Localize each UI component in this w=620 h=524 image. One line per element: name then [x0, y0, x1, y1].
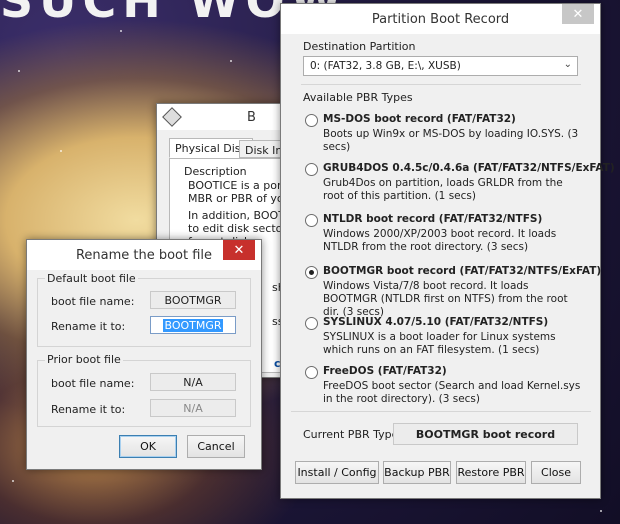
radio-bootmgr[interactable]	[305, 266, 318, 279]
default-rename-value: BOOTMGR	[163, 318, 223, 332]
divider	[301, 84, 581, 85]
radio-grub4dos[interactable]	[305, 163, 318, 176]
backup-pbr-button[interactable]: Backup PBR	[383, 461, 451, 484]
current-pbr-type-value: BOOTMGR boot record	[393, 423, 578, 445]
radio-msdos[interactable]	[305, 114, 318, 127]
default-group-title: Default boot file	[45, 272, 138, 285]
pbr-option-desc: Grub4Dos on partition, loads GRLDR from …	[323, 177, 563, 202]
prior-boot-file-name-field: N/A	[150, 373, 236, 391]
radio-syslinux[interactable]	[305, 317, 318, 330]
description-label: Description	[184, 165, 247, 178]
bootice-title: B	[247, 109, 256, 125]
available-pbr-types-label: Available PBR Types	[303, 91, 413, 104]
star	[60, 150, 62, 152]
chevron-down-icon: ⌄	[563, 59, 572, 70]
pbr-option-desc: FreeDOS boot sector (Search and load Ker…	[323, 380, 581, 405]
star	[600, 510, 602, 512]
close-button[interactable]: Close	[531, 461, 581, 484]
pbr-option-desc: Boots up Win9x or MS-DOS by loading IO.S…	[323, 128, 579, 153]
star	[12, 480, 14, 482]
partition-boot-record-window: Partition Boot Record ✕ Destination Part…	[280, 3, 615, 499]
pbr-option-title: SYSLINUX 4.07/5.10 (FAT/FAT32/NTFS)	[323, 316, 549, 328]
pbr-titlebar: Partition Boot Record ✕	[281, 4, 600, 34]
radio-freedos[interactable]	[305, 366, 318, 379]
default-boot-file-name-field: BOOTMGR	[150, 291, 236, 309]
pbr-close-button[interactable]: ✕	[562, 4, 594, 24]
rename-close-button[interactable]: ✕	[223, 240, 255, 260]
pbr-option-desc: SYSLINUX is a boot loader for Linux syst…	[323, 331, 556, 356]
pbr-option-desc: Windows 2000/XP/2003 boot record. It loa…	[323, 228, 557, 253]
pbr-option-title: MS-DOS boot record (FAT/FAT32)	[323, 113, 516, 125]
default-rename-input[interactable]: BOOTMGR	[150, 316, 236, 334]
destination-partition-value: 0: (FAT32, 3.8 GB, E:\, XUSB)	[310, 60, 461, 72]
prior-rename-input[interactable]: N/A	[150, 399, 236, 417]
pbr-option-title: NTLDR boot record (FAT/FAT32/NTFS)	[323, 213, 543, 225]
pbr-option-title: GRUB4DOS 0.4.5c/0.4.6a (FAT/FAT32/NTFS/E…	[323, 162, 615, 174]
divider	[291, 411, 591, 412]
install-config-button[interactable]: Install / Config	[295, 461, 379, 484]
star	[230, 60, 232, 62]
prior-rename-it-to-label: Rename it to:	[51, 403, 126, 416]
boot-file-name-label: boot file name:	[51, 295, 135, 308]
pbr-option-title: FreeDOS (FAT/FAT32)	[323, 365, 447, 377]
rename-boot-file-dialog: Rename the boot file ✕ Default boot file…	[26, 239, 262, 470]
destination-partition-label: Destination Partition	[303, 40, 416, 53]
current-pbr-type-label: Current PBR Type:	[303, 428, 403, 441]
destination-partition-select[interactable]: 0: (FAT32, 3.8 GB, E:\, XUSB) ⌄	[303, 56, 578, 76]
rename-titlebar: Rename the boot file ✕	[27, 240, 261, 270]
restore-pbr-button[interactable]: Restore PBR	[456, 461, 526, 484]
bootice-app-icon	[162, 107, 182, 127]
prior-boot-file-name-label: boot file name:	[51, 377, 135, 390]
pbr-title: Partition Boot Record	[371, 11, 510, 27]
star	[120, 30, 122, 32]
radio-ntldr[interactable]	[305, 214, 318, 227]
prior-group-title: Prior boot file	[45, 353, 123, 366]
pbr-option-desc: Windows Vista/7/8 boot record. It loads …	[323, 280, 568, 318]
rename-it-to-label: Rename it to:	[51, 320, 126, 333]
rename-title: Rename the boot file	[75, 247, 213, 263]
close-icon: ✕	[233, 242, 245, 258]
ok-button[interactable]: OK	[119, 435, 177, 458]
star	[18, 70, 20, 72]
close-icon: ✕	[572, 6, 584, 22]
default-boot-file-group	[37, 278, 251, 347]
pbr-option-title: BOOTMGR boot record (FAT/FAT32/NTFS/ExFA…	[323, 265, 602, 277]
cancel-button[interactable]: Cancel	[187, 435, 245, 458]
